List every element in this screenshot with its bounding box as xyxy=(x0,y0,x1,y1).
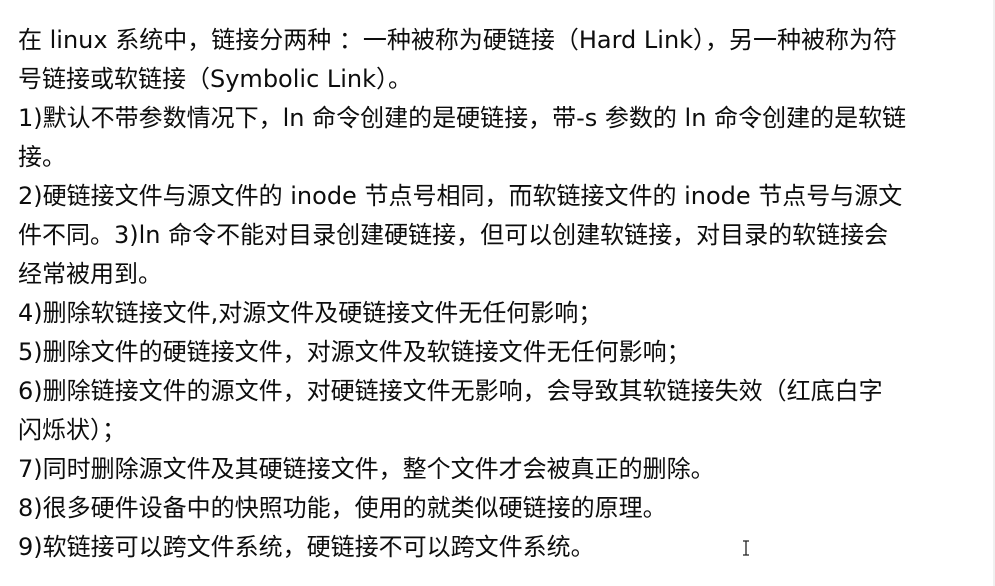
text-line-4: 接。 xyxy=(18,143,66,171)
text-line-5: 2)硬链接文件与源文件的 inode 节点号相同，而软链接文件的 inode 节… xyxy=(18,182,903,210)
text-line-14: 9)软链接可以跨文件系统，硬链接不可以跨文件系统。 xyxy=(18,533,595,561)
document-body: 在 linux 系统中，链接分两种 ：一种被称为硬链接（Hard Link），另… xyxy=(0,22,995,572)
text-line-13: 8)很多硬件设备中的快照功能，使用的就类似硬链接的原理。 xyxy=(18,494,667,522)
text-line-6: 件不同。3)ln 命令不能对目录创建硬链接，但可以创建软链接，对目录的软链接会 xyxy=(18,221,889,249)
text-line-8: 4)删除软链接文件,对源文件及硬链接文件无任何影响； xyxy=(18,299,603,327)
text-line-3: 1)默认不带参数情况下，ln 命令创建的是硬链接，带-s 参数的 ln 命令创建… xyxy=(18,104,907,132)
text-line-10: 6)删除链接文件的源文件，对硬链接文件无影响，会导致其软链接失效（红底白字 xyxy=(18,377,883,405)
text-cursor-icon xyxy=(743,540,749,556)
text-line-1: 在 linux 系统中，链接分两种 ：一种被称为硬链接（Hard Link），另… xyxy=(18,26,898,54)
text-line-2: 号链接或软链接（Symbolic Link）。 xyxy=(18,65,413,93)
text-line-9: 5)删除文件的硬链接文件，对源文件及软链接文件无任何影响； xyxy=(18,338,691,366)
text-line-11: 闪烁状）； xyxy=(18,416,126,444)
text-line-12: 7)同时删除源文件及其硬链接文件，整个文件才会被真正的删除。 xyxy=(18,455,715,483)
text-line-7: 经常被用到。 xyxy=(18,260,162,288)
